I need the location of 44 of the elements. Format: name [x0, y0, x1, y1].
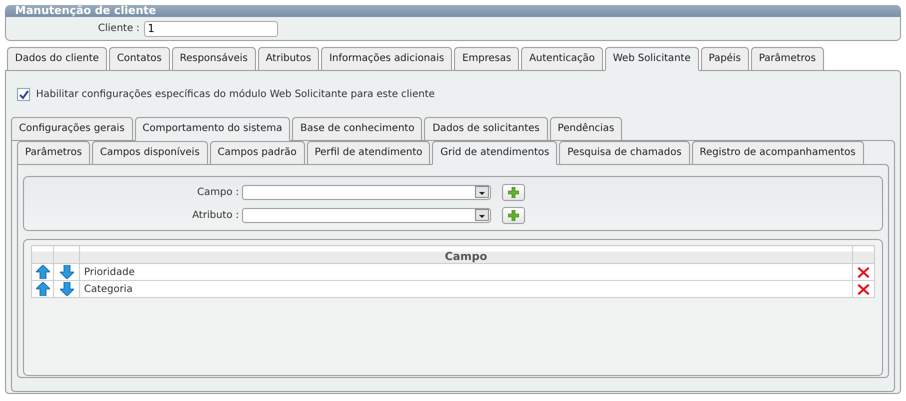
window-title: Manutenção de cliente: [15, 4, 156, 17]
tab[interactable]: Parâmetros: [750, 47, 824, 71]
tab[interactable]: Campos padrão: [210, 141, 305, 165]
down-arrow-icon[interactable]: [60, 265, 74, 279]
tab[interactable]: Informações adicionais: [321, 47, 452, 71]
tab[interactable]: Base de conhecimento: [292, 117, 422, 141]
checkbox[interactable]: [17, 88, 30, 101]
client-label: Cliente :: [98, 23, 140, 34]
plus-icon: [508, 186, 519, 198]
tab[interactable]: Campos disponíveis: [92, 141, 208, 165]
tab[interactable]: Papéis: [700, 47, 749, 71]
client-field[interactable]: 1: [144, 20, 278, 36]
add-button[interactable]: [502, 184, 525, 200]
tab[interactable]: Parâmetros: [17, 141, 90, 165]
tab[interactable]: Atributos: [258, 47, 320, 71]
table-cell: Categoria: [80, 280, 852, 298]
tab[interactable]: Web Solicitante: [604, 47, 699, 71]
select-label: Campo :: [196, 186, 240, 198]
add-button[interactable]: [502, 206, 525, 224]
select-label: Atributo :: [191, 210, 240, 220]
up-arrow-icon[interactable]: [36, 265, 50, 279]
tab[interactable]: Contatos: [108, 47, 170, 71]
tab[interactable]: Perfil de atendimento: [306, 141, 430, 165]
checkbox-label: Habilitar configurações específicas do módulo Web Solicitante para este cliente: [36, 89, 435, 100]
up-arrow-icon[interactable]: [36, 282, 50, 296]
tab[interactable]: Dados de solicitantes: [424, 117, 548, 141]
delete-icon[interactable]: [857, 282, 870, 296]
plus-icon: [508, 210, 519, 220]
tab[interactable]: Comportamento do sistema: [134, 117, 290, 141]
tab[interactable]: Grid de atendimentos: [432, 141, 558, 165]
delete-icon[interactable]: [857, 266, 870, 278]
tab[interactable]: Pesquisa de chamados: [559, 141, 690, 165]
tab[interactable]: Autenticação: [521, 47, 603, 71]
tab[interactable]: Registro de acompanhamentos: [692, 141, 864, 165]
dropdown[interactable]: [242, 184, 491, 200]
column-header: Campo: [80, 246, 852, 264]
tab[interactable]: Pendências: [550, 117, 622, 141]
tab[interactable]: Dados do cliente: [7, 47, 107, 71]
tab[interactable]: Empresas: [454, 47, 520, 71]
down-arrow-icon[interactable]: [60, 282, 74, 296]
dropdown[interactable]: [242, 208, 491, 222]
tab[interactable]: Configurações gerais: [11, 117, 133, 141]
table-cell: Prioridade: [80, 264, 852, 280]
tab[interactable]: Responsáveis: [172, 47, 256, 71]
